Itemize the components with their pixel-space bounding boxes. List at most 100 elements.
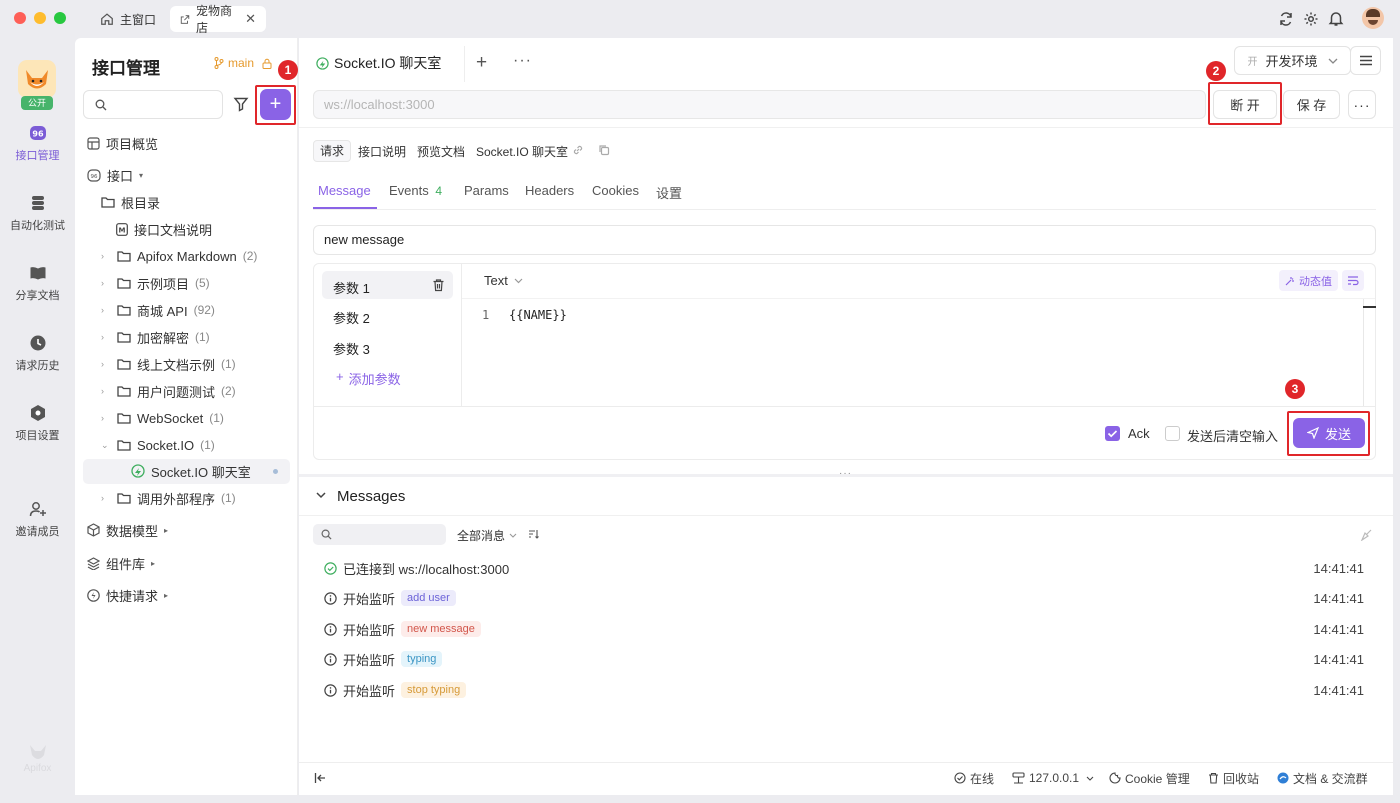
sidebar-folder[interactable]: › 用户问题测试 (2) [101, 378, 236, 404]
recycle-bin-icon [1209, 772, 1218, 784]
gear-icon[interactable] [1303, 11, 1319, 27]
message-time: 14:41:41 [1313, 682, 1364, 698]
format-select[interactable]: Text [484, 273, 523, 288]
sidebar-section-quick-request[interactable]: 快捷请求 ▸ [87, 582, 168, 608]
sidebar-folder[interactable]: › 线上文档示例 (1) [101, 351, 236, 377]
copy-icon[interactable] [598, 144, 610, 156]
link-icon[interactable] [572, 144, 584, 156]
rail-item-share-docs[interactable]: 分享文档 [0, 264, 75, 303]
status-online[interactable]: 在线 [954, 770, 994, 786]
tab-events[interactable]: Events 4 [389, 183, 442, 198]
close-window-button[interactable] [14, 12, 26, 24]
doc-tab-preview[interactable]: 预览文档 [417, 143, 465, 160]
editor-scrollbar[interactable] [1363, 306, 1376, 308]
collapse-chevron-icon[interactable] [316, 492, 326, 499]
message-row[interactable]: 开始监听 stop typing 14:41:41 [324, 677, 1364, 703]
param-item-1[interactable]: 参数 1 [333, 278, 370, 297]
sidebar-folder[interactable]: › 示例项目 (5) [101, 270, 210, 296]
tab-headers[interactable]: Headers [525, 183, 574, 198]
more-actions-button[interactable]: ··· [1348, 90, 1376, 119]
status-cookie[interactable]: Cookie 管理 [1109, 770, 1190, 786]
sidebar-folder-external[interactable]: › 调用外部程序 (1) [101, 485, 236, 511]
clear-after-send-checkbox[interactable] [1165, 426, 1180, 441]
sidebar-item-socketio-chatroom[interactable]: Socket.IO 聊天室 [131, 458, 251, 484]
api-outline-icon: 96 [87, 168, 101, 182]
folder-label: 加密解密 [137, 330, 190, 346]
word-wrap-button[interactable] [1342, 270, 1364, 291]
sidebar-folder[interactable]: › 加密解密 (1) [101, 324, 210, 350]
doc-tab-description[interactable]: 接口说明 [358, 143, 406, 160]
clear-messages-icon[interactable] [1360, 529, 1372, 541]
message-row[interactable]: 开始监听 typing 14:41:41 [324, 646, 1364, 672]
sidebar-folder[interactable]: › WebSocket (1) [101, 405, 224, 431]
menu-button[interactable] [1350, 46, 1381, 75]
branch-selector[interactable]: main [214, 56, 272, 70]
rail-item-settings[interactable]: 项目设置 [0, 404, 75, 443]
tab-message[interactable]: Message [318, 183, 371, 198]
filter-icon[interactable] [233, 96, 249, 112]
tab-more-button[interactable]: ··· [513, 52, 532, 70]
message-row[interactable]: 开始监听 add user 14:41:41 [324, 585, 1364, 611]
tab-params[interactable]: Params [464, 183, 509, 198]
sidebar-item-root[interactable]: 根目录 [101, 189, 160, 215]
message-row[interactable]: 已连接到 ws://localhost:3000 14:41:41 [324, 555, 1364, 581]
sidebar-folder[interactable]: › Apifox Markdown (2) [101, 243, 257, 269]
doc-tab-request[interactable]: 请求 [313, 140, 352, 162]
sidebar-folder[interactable]: ⌄ Socket.IO (1) [101, 432, 215, 458]
divider [299, 127, 1393, 128]
sort-icon[interactable] [528, 529, 539, 539]
tab-设置[interactable]: 设置 [656, 183, 682, 202]
message-row[interactable]: 开始监听 new message 14:41:41 [324, 616, 1364, 642]
dynamic-value-button[interactable]: 动态值 [1279, 270, 1338, 291]
caret-right-icon: ▸ [151, 558, 156, 568]
avatar[interactable] [1362, 7, 1384, 29]
sidebar-section-api[interactable]: 96 接口 ▾ [87, 162, 143, 188]
status-docs[interactable]: 文档 & 交流群 [1277, 770, 1368, 786]
rail-item-invite[interactable]: 邀请成员 [0, 500, 75, 539]
project-logo[interactable] [18, 60, 56, 98]
left-rail: 公开 96 接口管理 自动化测试 分享文档 请求历史 项目设置 邀请成员 Api… [0, 38, 75, 803]
rail-item-api[interactable]: 96 接口管理 [0, 124, 75, 163]
new-tab-button[interactable]: + [476, 52, 487, 74]
sidebar-section-data-model[interactable]: 数据模型 ▸ [87, 517, 168, 543]
apifox-logo-icon [29, 745, 46, 759]
messages-search-input[interactable] [313, 524, 446, 545]
tab-cookies[interactable]: Cookies [592, 183, 639, 198]
trash-icon[interactable] [432, 278, 445, 292]
tab-close-icon[interactable]: ✕ [245, 11, 256, 27]
bell-icon[interactable] [1328, 10, 1344, 27]
rail-item-automation[interactable]: 自动化测试 [0, 194, 75, 233]
tab-divider [464, 46, 465, 82]
ack-checkbox[interactable] [1105, 426, 1120, 441]
maximize-window-button[interactable] [54, 12, 66, 24]
sidebar-item-label: 接口 [107, 168, 134, 184]
tab-count: 4 [435, 184, 443, 198]
status-recycle[interactable]: 回收站 [1208, 770, 1259, 786]
status-agent[interactable]: 127.0.0.1 [1012, 770, 1094, 786]
save-button[interactable]: 保 存 [1283, 90, 1340, 119]
environment-select[interactable]: 开 开发环境 [1234, 46, 1351, 75]
minimize-window-button[interactable] [34, 12, 46, 24]
collapse-sidebar-icon[interactable] [314, 772, 326, 784]
window-tab-petstore[interactable]: 宠物商店 ✕ [170, 4, 266, 35]
sidebar-section-components[interactable]: 组件库 ▸ [87, 550, 155, 576]
request-tab[interactable]: Socket.IO 聊天室 [306, 46, 465, 82]
message-filter-select[interactable]: 全部消息 [457, 527, 517, 544]
sidebar-search-input[interactable] [83, 90, 223, 119]
sidebar-item-doc[interactable]: M 接口文档说明 [116, 216, 212, 242]
sidebar-item-label: 项目概览 [106, 136, 159, 152]
folder-icon [117, 493, 131, 504]
refresh-icon[interactable] [1278, 11, 1294, 27]
window-tab-home[interactable]: 主窗口 [90, 6, 166, 32]
sidebar-folder[interactable]: › 商城 API (92) [101, 297, 215, 323]
add-param-button[interactable]: + 添加参数 [336, 369, 401, 388]
url-input[interactable]: ws://localhost:3000 [313, 90, 1206, 119]
code-content[interactable]: {{NAME}} [509, 308, 567, 322]
param-item-3[interactable]: 参数 3 [333, 339, 370, 358]
fox-logo-icon [26, 70, 48, 89]
param-item-2[interactable]: 参数 2 [333, 308, 370, 327]
event-name-input[interactable]: new message [313, 225, 1376, 255]
drag-handle-icon[interactable]: ··· [839, 468, 852, 479]
sidebar-item-overview[interactable]: 项目概览 [87, 130, 158, 156]
rail-item-history[interactable]: 请求历史 [0, 334, 75, 373]
